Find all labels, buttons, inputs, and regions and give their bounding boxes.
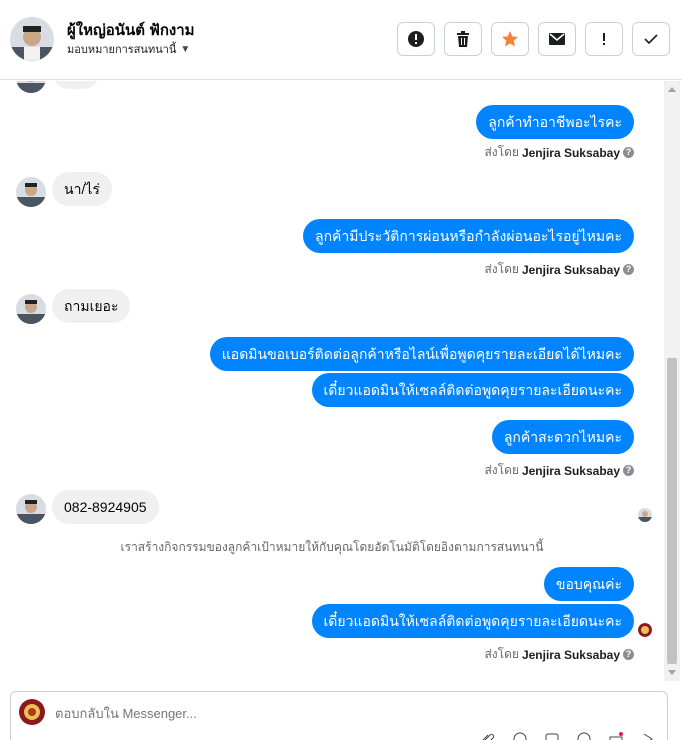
caret-down-icon: ▼ xyxy=(180,43,191,55)
star-icon xyxy=(502,31,518,47)
reply-composer xyxy=(10,691,668,740)
sent-by-prefix: ส่งโดย xyxy=(484,647,519,661)
help-icon[interactable]: ? xyxy=(623,649,634,660)
incoming-message: นา/ไร่ xyxy=(52,172,112,206)
star-button[interactable] xyxy=(491,22,529,56)
mail-icon xyxy=(549,33,565,45)
composer-tools xyxy=(481,732,655,740)
mark-unread-button[interactable] xyxy=(538,22,576,56)
emoji-icon[interactable] xyxy=(513,732,527,740)
outgoing-message: เดี๋ยวแอดมินให้เซลล์ติดต่อพูดคุยรายละเอี… xyxy=(311,604,634,638)
attachment-icon[interactable] xyxy=(481,732,495,740)
delete-button[interactable] xyxy=(444,22,482,56)
contact-message-avatar xyxy=(16,494,46,524)
contact-avatar[interactable] xyxy=(10,17,54,61)
conversation-header: ผู้ใหญ่อนันต์ ฟักงาม มอบหมายการสนทนานี้ … xyxy=(0,0,682,80)
scroll-down-icon[interactable] xyxy=(668,670,676,675)
sent-by-prefix: ส่งโดย xyxy=(484,262,519,276)
reply-input[interactable] xyxy=(55,706,455,721)
outgoing-message: แอดมินขอเบอร์ติดต่อลูกค้าหรือไลน์เพื่อพู… xyxy=(209,337,634,371)
sent-by-agent: Jenjira Suksabay xyxy=(521,647,620,662)
contact-name: ผู้ใหญ่อนันต์ ฟักงาม xyxy=(67,22,195,39)
contact-message-avatar xyxy=(16,294,46,324)
image-icon[interactable] xyxy=(545,732,559,740)
page-seen-icon xyxy=(638,623,652,637)
follow-up-button[interactable] xyxy=(585,22,623,56)
sent-by-prefix: ส่งโดย xyxy=(484,463,519,477)
outgoing-message: ลูกค้าสะดวกไหมคะ xyxy=(491,420,634,454)
outgoing-message: เดี๋ยวแอดมินให้เซลล์ติดต่อพูดคุยรายละเอี… xyxy=(311,373,634,407)
scrollbar-thumb[interactable] xyxy=(667,358,677,664)
assign-label: มอบหมายการสนทนานี้ xyxy=(67,44,177,56)
help-icon[interactable]: ? xyxy=(623,465,634,476)
exclamation-icon xyxy=(603,33,605,45)
sent-by-agent: Jenjira Suksabay xyxy=(521,463,620,478)
incoming-message xyxy=(52,81,100,89)
lead-activity-note: เราสร้างกิจกรรมของลูกค้าเป้าหมายให้กับคุ… xyxy=(120,540,544,554)
scroll-up-icon[interactable] xyxy=(668,87,676,92)
outgoing-message: ลูกค้าทำอาชีพอะไรคะ xyxy=(476,105,634,139)
sent-by-agent: Jenjira Suksabay xyxy=(521,262,620,277)
alert-circle-icon xyxy=(408,31,424,47)
conversation-actions xyxy=(397,22,670,56)
sent-by-prefix: ส่งโดย xyxy=(484,145,519,159)
help-icon[interactable]: ? xyxy=(623,147,634,158)
done-button[interactable] xyxy=(632,22,670,56)
contact-message-avatar xyxy=(16,177,46,207)
more-icon[interactable] xyxy=(641,732,655,740)
shop-icon[interactable] xyxy=(609,732,623,740)
incoming-message: ถามเยอะ xyxy=(52,289,131,323)
message-thread[interactable]: ลูกค้าทำอาชีพอะไรคะ ส่งโดย Jenjira Suksa… xyxy=(0,81,664,681)
assign-conversation-dropdown[interactable]: มอบหมายการสนทนานี้ ▼ xyxy=(67,40,190,58)
incoming-message: 082-8924905 xyxy=(52,490,159,524)
outgoing-message: ขอบคุณค่ะ xyxy=(543,567,634,601)
page-avatar xyxy=(19,699,45,725)
contact-message-avatar xyxy=(16,81,46,93)
thread-scrollbar[interactable] xyxy=(664,81,680,681)
seen-avatar xyxy=(638,508,652,522)
sticker-icon[interactable] xyxy=(577,732,591,740)
sent-by-agent: Jenjira Suksabay xyxy=(521,145,620,160)
trash-icon xyxy=(457,31,469,47)
check-icon xyxy=(644,34,658,45)
outgoing-message: ลูกค้ามีประวัติการผ่อนหรือกำลังผ่อนอะไรอ… xyxy=(302,219,634,253)
spam-button[interactable] xyxy=(397,22,435,56)
sent-by-label: ส่งโดย Jenjira Suksabay ? xyxy=(484,461,634,480)
sent-by-label: ส่งโดย Jenjira Suksabay ? xyxy=(484,645,634,664)
sent-by-label: ส่งโดย Jenjira Suksabay ? xyxy=(484,260,634,279)
sent-by-label: ส่งโดย Jenjira Suksabay ? xyxy=(484,143,634,162)
help-icon[interactable]: ? xyxy=(623,264,634,275)
